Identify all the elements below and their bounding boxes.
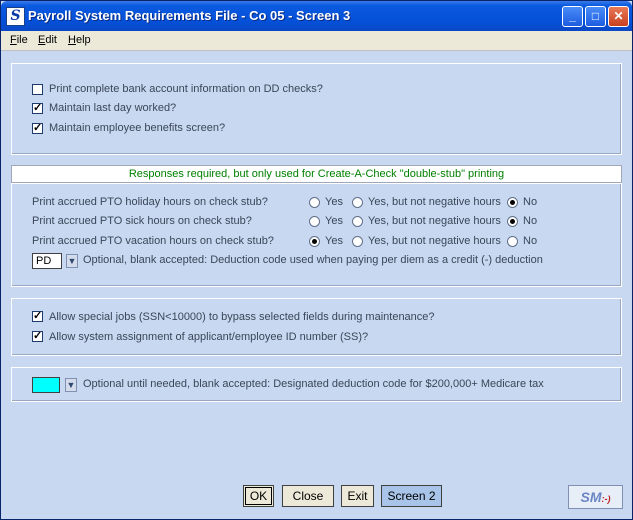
pto-radio-no[interactable] [507,216,518,227]
pto-option-label: No [523,196,538,208]
last-day-worked-checkbox[interactable] [32,101,43,114]
per-diem-code-field[interactable]: PD [32,253,62,269]
pto-radio-yes-not-negative[interactable] [352,216,363,227]
special-jobs-label: Allow special jobs (SSN<10000) to bypass… [49,311,435,323]
benefits-screen-checkbox[interactable] [32,121,43,134]
pto-option-label: No [523,235,538,247]
bank-info-checkbox[interactable] [32,84,43,95]
medicare-code-field[interactable] [32,377,60,393]
bank-info-label: Print complete bank account information … [49,83,323,95]
pto-option-label: Yes [325,196,343,208]
title-bar: S Payroll System Requirements File - Co … [1,1,632,31]
pto-radio-yes[interactable] [309,197,320,208]
menu-edit[interactable]: Edit [38,34,57,46]
benefits-screen-label: Maintain employee benefits screen? [49,122,226,134]
pto-radio-yes[interactable] [309,216,320,227]
ok-button[interactable]: OK [243,485,274,507]
per-diem-dropdown[interactable]: ▼ [66,254,78,268]
window: S Payroll System Requirements File - Co … [0,0,633,520]
minimize-button[interactable]: _ [562,6,583,27]
options-panel-3: Allow special jobs (SSN<10000) to bypass… [11,298,622,356]
pto-option-label: Yes [325,235,343,247]
pto-row-label: Print accrued PTO vacation hours on chec… [32,235,274,247]
menu-file[interactable]: File [10,34,28,46]
last-day-worked-label: Maintain last day worked? [49,102,177,114]
medicare-label: Optional until needed, blank accepted: D… [83,378,544,390]
pto-radio-yes[interactable] [309,236,320,247]
menu-help[interactable]: Help [68,34,91,46]
pto-radio-yes-not-negative[interactable] [352,236,363,247]
menu-bar: File Edit Help [1,31,632,51]
pto-row-label: Print accrued PTO holiday hours on check… [32,196,268,208]
pto-option-label: Yes, but not negative hours [368,235,501,247]
pto-panel: Print accrued PTO holiday hours on check… [11,183,622,287]
medicare-dropdown[interactable]: ▼ [65,378,77,392]
pto-radio-yes-not-negative[interactable] [352,197,363,208]
close-icon: ✕ [613,9,624,23]
pto-option-label: Yes, but not negative hours [368,196,501,208]
screen2-button[interactable]: Screen 2 [381,485,442,507]
sm-logo: SM:-) [568,485,623,509]
medicare-panel: ▼ Optional until needed, blank accepted:… [11,367,622,402]
logo-text: SM [580,489,602,505]
maximize-icon: □ [591,9,600,23]
chevron-down-icon: ▼ [67,256,77,266]
window-title: Payroll System Requirements File - Co 05… [28,8,351,23]
exit-button[interactable]: Exit [341,485,374,507]
minimize-icon: _ [569,9,576,23]
per-diem-label: Optional, blank accepted: Deduction code… [83,254,543,266]
maximize-button[interactable]: □ [585,6,606,27]
pto-option-label: No [523,215,538,227]
id-assignment-label: Allow system assignment of applicant/emp… [49,331,369,343]
pto-row-label: Print accrued PTO sick hours on check st… [32,215,252,227]
pto-radio-no[interactable] [507,236,518,247]
close-button[interactable]: Close [282,485,334,507]
double-stub-banner: Responses required, but only used for Cr… [11,165,622,183]
close-window-button[interactable]: ✕ [608,6,629,27]
pto-option-label: Yes [325,215,343,227]
logo-smile: :-) [601,494,611,504]
app-icon: S [6,7,25,26]
special-jobs-checkbox[interactable] [32,309,43,322]
pto-radio-no[interactable] [507,197,518,208]
options-panel-1: Print complete bank account information … [11,63,622,155]
pto-option-label: Yes, but not negative hours [368,215,501,227]
chevron-down-icon: ▼ [66,380,76,390]
id-assignment-checkbox[interactable] [32,329,43,342]
